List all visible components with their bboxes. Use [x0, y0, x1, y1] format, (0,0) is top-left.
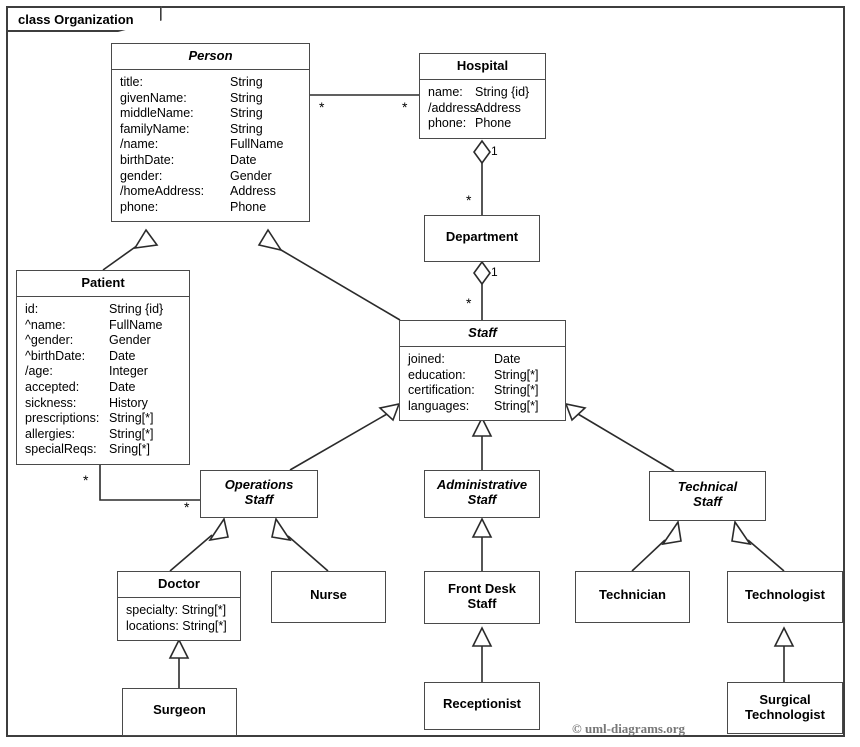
attribute-row: prescriptions: String[*] [25, 411, 154, 426]
attribute-row: middleName: String [120, 106, 263, 121]
attribute-row: joined: Date [408, 351, 521, 366]
class-operations-staff-name: Operations Staff [224, 477, 294, 507]
attribute-row: title: String [120, 74, 263, 89]
attribute-row: specialReqs: Sring[*] [25, 442, 150, 457]
uml-class-diagram: class Organization * * 1 * 1 * * * Perso… [0, 0, 860, 747]
class-administrative-staff[interactable]: Administrative Staff [424, 470, 540, 518]
attribute-row: allergies: String[*] [25, 426, 154, 441]
class-technician[interactable]: Technician [575, 571, 690, 623]
attribute-row: /address: Address [428, 100, 521, 115]
class-staff-name: Staff [468, 325, 497, 340]
class-doctor[interactable]: Doctor specialty: String[*] locations: S… [117, 571, 241, 642]
attribute-row: phone: Phone [120, 199, 267, 214]
class-technical-staff-name: Technical Staff [677, 479, 738, 509]
class-technical-staff[interactable]: Technical Staff [649, 471, 766, 521]
attribute-row: education: String[*] [408, 367, 539, 382]
attribute-row: locations: String[*] [126, 618, 227, 633]
class-front-desk-staff-name: Front Desk Staff [448, 581, 516, 611]
class-surgical-technologist-name: Surgical Technologist [745, 692, 825, 722]
class-department[interactable]: Department [424, 215, 540, 262]
attribute-row: id: String {id} [25, 301, 164, 316]
class-patient-attributes: id: String {id} ^name: FullName ^gender: Ge… [17, 295, 189, 464]
multiplicity-person-to-hospital: * [319, 99, 325, 115]
attribute-row: familyName: String [120, 121, 263, 136]
attribute-row: /homeAddress: Address [120, 184, 276, 199]
attribute-row: gender: Gender [120, 168, 272, 183]
class-patient[interactable]: Patient id: String {id} ^name: FullName ^g… [16, 270, 190, 465]
multiplicity-hospital-to-person: * [402, 99, 408, 115]
class-person[interactable]: Person title: String givenName: String mid… [111, 43, 310, 223]
class-hospital-name: Hospital [456, 58, 509, 73]
class-person-name: Person [188, 48, 233, 63]
class-technologist[interactable]: Technologist [727, 571, 843, 623]
class-patient-name: Patient [81, 275, 125, 290]
class-surgeon[interactable]: Surgeon [122, 688, 237, 736]
class-front-desk-staff[interactable]: Front Desk Staff [424, 571, 540, 624]
multiplicity-operations-many: * [184, 499, 190, 515]
multiplicity-department-many: * [466, 192, 472, 208]
attribute-row: certification: String[*] [408, 383, 539, 398]
class-doctor-name: Doctor [158, 576, 200, 591]
class-doctor-attributes: specialty: String[*] locations: String[*… [118, 596, 240, 640]
attribute-row: accepted: Date [25, 379, 136, 394]
class-surgeon-name: Surgeon [153, 702, 206, 717]
class-receptionist[interactable]: Receptionist [424, 682, 540, 730]
class-technician-name: Technician [599, 587, 666, 602]
class-surgical-technologist[interactable]: Surgical Technologist [727, 682, 843, 734]
attribute-row: /age: Integer [25, 364, 148, 379]
multiplicity-department-one: 1 [491, 265, 498, 279]
class-hospital[interactable]: Hospital name: String {id} /address: Addre… [419, 53, 546, 139]
attribute-row: ^birthDate: Date [25, 348, 136, 363]
class-staff[interactable]: Staff joined: Date education: String[*] ce… [399, 320, 566, 422]
attribute-row: specialty: String[*] [126, 602, 227, 617]
attribute-row: name: String {id} [428, 84, 530, 99]
multiplicity-patient-many: * [83, 472, 89, 488]
class-department-name: Department [445, 229, 519, 244]
attribute-row: ^gender: Gender [25, 333, 151, 348]
class-person-attributes: title: String givenName: String middleName… [112, 68, 309, 221]
copyright-credit: © uml-diagrams.org [572, 721, 685, 736]
attribute-row: birthDate: Date [120, 152, 257, 167]
multiplicity-staff-many: * [466, 295, 472, 311]
class-nurse[interactable]: Nurse [271, 571, 386, 623]
attribute-row: sickness: History [25, 395, 148, 410]
class-administrative-staff-name: Administrative Staff [436, 477, 528, 507]
attribute-row: languages: String[*] [408, 398, 539, 413]
attribute-row: phone: Phone [428, 116, 512, 131]
class-technologist-name: Technologist [745, 587, 825, 602]
class-receptionist-name: Receptionist [442, 696, 521, 711]
attribute-row: /name: FullName [120, 137, 284, 152]
attribute-row: givenName: String [120, 90, 263, 105]
multiplicity-hospital-one: 1 [491, 144, 498, 158]
class-operations-staff[interactable]: Operations Staff [200, 470, 318, 518]
class-hospital-attributes: name: String {id} /address: Address phone:… [420, 78, 545, 138]
attribute-row: ^name: FullName [25, 317, 163, 332]
class-nurse-name: Nurse [310, 587, 347, 602]
class-staff-attributes: joined: Date education: String[*] certific… [400, 345, 565, 420]
